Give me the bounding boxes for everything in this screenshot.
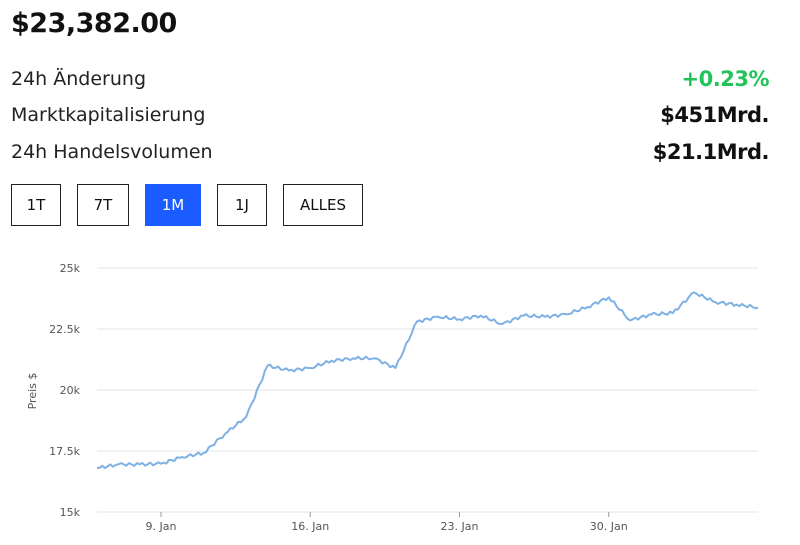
range-button-1t[interactable]: 1T (11, 184, 61, 226)
time-range-selector: 1T 7T 1M 1J ALLES (11, 184, 363, 226)
x-tick-label: 16. Jan (291, 520, 329, 533)
stat-label-change: 24h Änderung (11, 68, 147, 90)
stat-value-change: +0.23% (681, 67, 770, 91)
price-chart: 15k 17.5k 20k 22.5k 25k 9. Jan 16. Jan 23. Jan… (26, 262, 759, 533)
stat-value-volume: $21.1Mrd. (652, 140, 770, 164)
x-tick-label: 9. Jan (145, 520, 176, 533)
x-tick-label: 30. Jan (590, 520, 628, 533)
range-button-alles[interactable]: ALLES (283, 184, 363, 226)
x-axis: 9. Jan 16. Jan 23. Jan 30. Jan (145, 512, 628, 533)
stat-row-market-cap: Marktkapitalisierung $451Mrd. (11, 100, 769, 130)
x-tick-label: 23. Jan (441, 520, 479, 533)
stat-value-market-cap: $451Mrd. (660, 103, 769, 127)
current-price: $23,382.00 (11, 8, 177, 39)
y-tick-label: 22.5k (49, 323, 80, 336)
range-button-7t[interactable]: 7T (77, 184, 129, 226)
range-button-1m[interactable]: 1M (145, 184, 201, 226)
chart-grid (97, 267, 758, 513)
y-tick-label: 20k (60, 384, 81, 397)
y-axis: 15k 17.5k 20k 22.5k 25k (49, 262, 80, 519)
range-button-1j[interactable]: 1J (217, 184, 267, 226)
y-tick-label: 15k (60, 506, 81, 519)
y-tick-label: 25k (60, 262, 81, 275)
stat-row-volume: 24h Handelsvolumen $21.1Mrd. (11, 137, 770, 167)
stat-label-volume: 24h Handelsvolumen (11, 141, 213, 163)
stat-label-market-cap: Marktkapitalisierung (11, 104, 206, 126)
y-axis-title: Preis $ (26, 373, 39, 410)
stat-row-change: 24h Änderung +0.23% (11, 64, 770, 94)
y-tick-label: 17.5k (49, 445, 80, 458)
price-line (96, 291, 759, 470)
price-series (96, 291, 759, 470)
